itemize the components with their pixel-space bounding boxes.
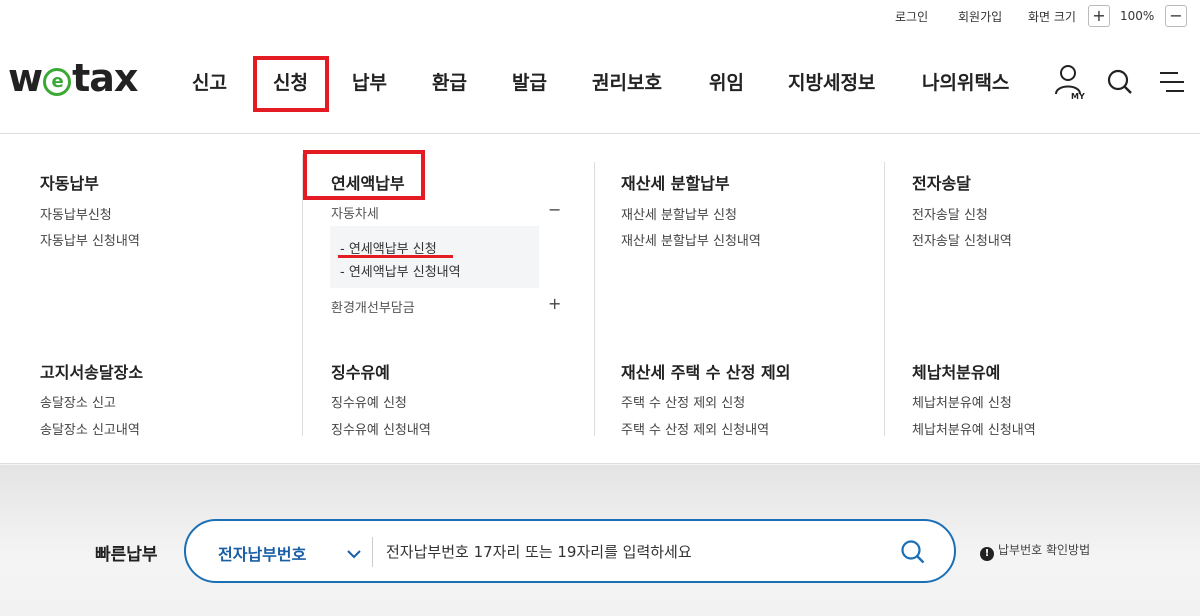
section-title-disposition-deferral[interactable]: 체납처분유예 (912, 359, 1000, 383)
apply-mega-menu: 자동납부 자동납부신청 자동납부 신청내역 고지서송달장소 송달장소 신고 송달… (0, 134, 1200, 464)
e-delivery-apply-link[interactable]: 전자송달 신청 (912, 204, 988, 223)
submenu-env-charge[interactable]: 환경개선부담금 (331, 297, 415, 316)
fast-pay-search-box: 전자납부번호 (184, 519, 956, 583)
submenu-vehicle-tax[interactable]: 자동차세 (331, 203, 379, 222)
column-divider (594, 162, 595, 436)
auto-pay-history-link[interactable]: 자동납부 신청내역 (40, 230, 140, 249)
hamburger-menu-icon[interactable] (1158, 70, 1186, 98)
my-page-icon[interactable]: MY (1053, 62, 1087, 106)
chevron-down-icon[interactable] (346, 545, 362, 564)
info-icon: ! (980, 547, 994, 561)
section-title-deferral[interactable]: 징수유예 (331, 359, 390, 383)
disposition-deferral-history-link[interactable]: 체납처분유예 신청내역 (912, 419, 1036, 438)
auto-pay-apply-link[interactable]: 자동납부신청 (40, 204, 112, 223)
wetax-logo[interactable]: w e tax (8, 58, 148, 98)
zoom-label: 화면 크기 (1028, 10, 1076, 24)
nav-item-my-wetax[interactable]: 나의위택스 (922, 68, 1009, 95)
section-title-house-exclusion[interactable]: 재산세 주택 수 산정 제외 (621, 359, 790, 383)
search-icon[interactable] (900, 539, 926, 569)
help-text: 납부번호 확인방법 (998, 543, 1091, 557)
section-title-bill-delivery[interactable]: 고지서송달장소 (40, 359, 143, 383)
pay-number-input[interactable] (386, 537, 866, 567)
disposition-deferral-apply-link[interactable]: 체납처분유예 신청 (912, 392, 1012, 411)
nav-item-report[interactable]: 신고 (192, 68, 227, 95)
zoom-out-button[interactable]: − (1165, 5, 1187, 27)
utility-bar: 로그인 회원가입 화면 크기 + 100% − (0, 0, 1200, 34)
section-title-property-installment[interactable]: 재산세 분할납부 (621, 170, 730, 194)
nav-apply-highlight (253, 56, 329, 112)
collapse-icon[interactable]: − (548, 200, 561, 219)
nav-item-pay[interactable]: 납부 (352, 68, 387, 95)
divider (372, 537, 373, 567)
fast-pay-section: 빠른납부 전자납부번호 ! 납부번호 확인방법 (0, 465, 1200, 616)
deferral-history-link[interactable]: 징수유예 신청내역 (331, 419, 431, 438)
nav-item-delegate[interactable]: 위임 (709, 68, 744, 95)
search-icon[interactable] (1106, 68, 1134, 100)
signup-link[interactable]: 회원가입 (958, 8, 1002, 25)
login-link[interactable]: 로그인 (895, 8, 928, 25)
annual-pay-highlight (303, 150, 425, 200)
delivery-history-link[interactable]: 송달장소 신고내역 (40, 419, 140, 438)
nav-item-rights[interactable]: 권리보호 (592, 68, 662, 95)
section-title-e-delivery[interactable]: 전자송달 (912, 170, 971, 194)
installment-apply-link[interactable]: 재산세 분할납부 신청 (621, 204, 737, 223)
fast-pay-label: 빠른납부 (95, 545, 158, 565)
zoom-in-button[interactable]: + (1088, 5, 1110, 27)
house-exclusion-apply-link[interactable]: 주택 수 산정 제외 신청 (621, 392, 745, 411)
annual-pay-history-link[interactable]: - 연세액납부 신청내역 (340, 261, 461, 280)
pay-number-help-link[interactable]: ! 납부번호 확인방법 (980, 541, 1090, 561)
pay-number-type-select[interactable]: 전자납부번호 (218, 541, 306, 565)
expand-icon[interactable]: + (548, 294, 561, 313)
nav-item-issue[interactable]: 발급 (512, 68, 547, 95)
zoom-value: 100% (1120, 9, 1155, 23)
nav-item-localtax-info[interactable]: 지방세정보 (788, 68, 875, 95)
main-header: w e tax 신고 신청 납부 환급 발급 권리보호 위임 지방세정보 나의위택스… (0, 34, 1200, 134)
column-divider (884, 162, 885, 436)
house-exclusion-history-link[interactable]: 주택 수 산정 제외 신청내역 (621, 419, 769, 438)
e-delivery-history-link[interactable]: 전자송달 신청내역 (912, 230, 1012, 249)
installment-history-link[interactable]: 재산세 분할납부 신청내역 (621, 230, 761, 249)
delivery-report-link[interactable]: 송달장소 신고 (40, 392, 116, 411)
annual-pay-apply-underline (338, 255, 453, 258)
section-title-auto-pay[interactable]: 자동납부 (40, 170, 99, 194)
svg-text:MY: MY (1071, 92, 1085, 101)
deferral-apply-link[interactable]: 징수유예 신청 (331, 392, 407, 411)
nav-item-refund[interactable]: 환급 (432, 68, 467, 95)
